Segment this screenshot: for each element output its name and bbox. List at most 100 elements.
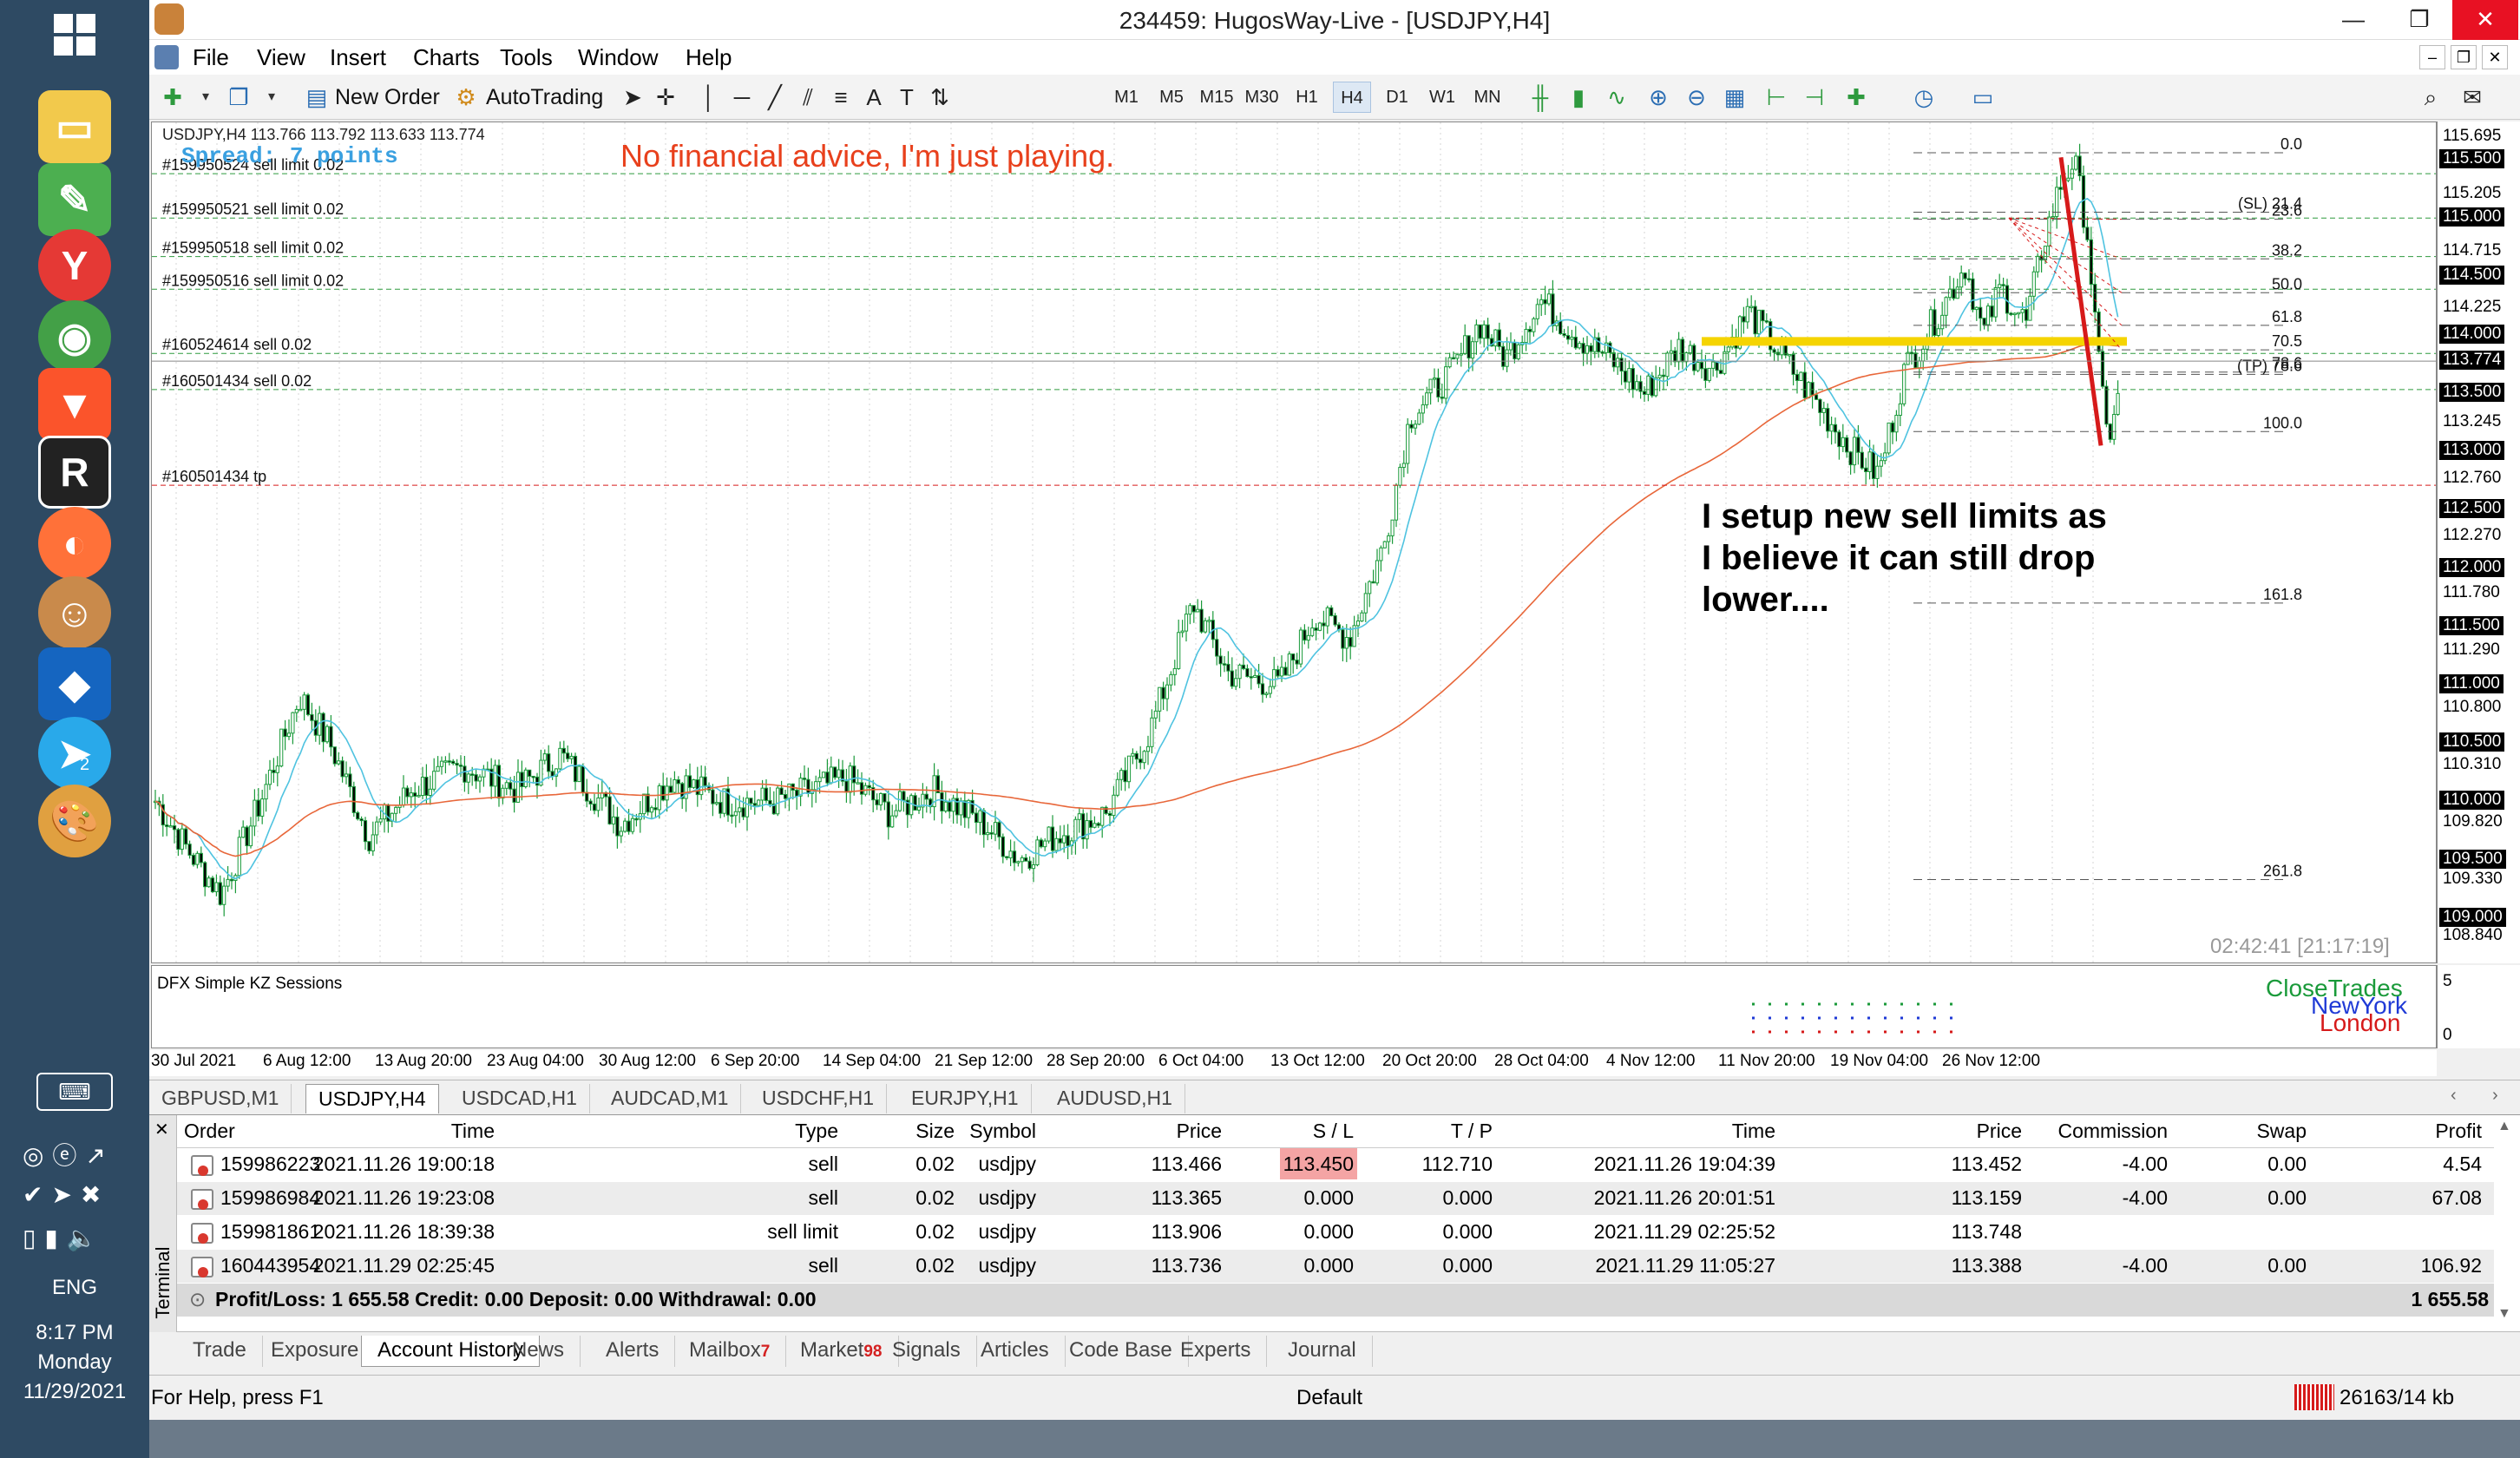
menu-help[interactable]: Help	[686, 43, 732, 71]
table-row[interactable]: 159981861 2021.11.26 18:39:38 sell limit 0.…	[177, 1216, 2494, 1249]
price-chart[interactable]: #159950524 sell limit 0.02 #159950521 sel…	[151, 122, 2437, 963]
terminal-tab[interactable]: Exposure	[255, 1336, 376, 1367]
indicators-icon[interactable]: ✚	[1841, 82, 1871, 112]
chart-shift-icon[interactable]: ⊢	[1762, 82, 1791, 112]
child-close-icon[interactable]: ✕	[2482, 45, 2508, 69]
crosshair-icon[interactable]: ✛	[651, 82, 680, 112]
bar-chart-icon[interactable]: ╫	[1526, 82, 1555, 112]
arrows-icon[interactable]: ⇅	[925, 82, 955, 112]
symtab-usdcad[interactable]: USDCAD,H1	[450, 1084, 590, 1113]
dropdown-arrow-icon[interactable]: ▾	[257, 82, 286, 112]
menu-insert[interactable]: Insert	[330, 43, 386, 71]
paint-icon[interactable]: 🎨	[38, 785, 111, 857]
close-button[interactable]: ✕	[2452, 0, 2518, 40]
vertical-line-icon[interactable]: │	[694, 82, 724, 112]
autotrading-icon[interactable]: ⚙	[451, 82, 481, 112]
terminal-tab[interactable]: Trade	[177, 1336, 263, 1367]
symtab-audcad[interactable]: AUDCAD,M1	[599, 1084, 742, 1113]
auto-scroll-icon[interactable]: ⊣	[1800, 82, 1829, 112]
file-explorer-icon[interactable]: ▭	[38, 90, 111, 163]
cursor-icon[interactable]: ➤	[618, 82, 647, 112]
menu-charts[interactable]: Charts	[413, 43, 480, 71]
menu-tools[interactable]: Tools	[500, 43, 553, 71]
line-chart-icon[interactable]: ∿	[1602, 82, 1631, 112]
terminal-tab[interactable]: Alerts	[590, 1336, 676, 1367]
trendline-icon[interactable]: ╱	[760, 82, 790, 112]
menu-view[interactable]: View	[257, 43, 305, 71]
indicator-panel[interactable]: DFX Simple KZ Sessions CloseTrades NewYo…	[151, 965, 2437, 1048]
tf-m5[interactable]: M5	[1152, 82, 1191, 113]
child-restore-icon[interactable]: ❐	[2451, 45, 2477, 69]
tile-windows-icon[interactable]: ▦	[1720, 82, 1749, 112]
fibonacci-icon[interactable]: ≡	[826, 82, 856, 112]
terminal-tab[interactable]: Experts	[1165, 1336, 1268, 1367]
tray-icons-row2[interactable]: ✔➤✖	[23, 1180, 127, 1209]
horizontal-line-icon[interactable]: ─	[727, 82, 757, 112]
new-order-icon[interactable]: ▤	[302, 82, 331, 112]
clock-time[interactable]: 8:17 PM	[0, 1321, 149, 1345]
chrome-icon[interactable]: ◉	[38, 300, 111, 373]
tf-mn[interactable]: MN	[1468, 82, 1506, 113]
restore-button[interactable]: ❐	[2386, 0, 2452, 40]
tf-w1[interactable]: W1	[1423, 82, 1461, 113]
symtab-eurjpy[interactable]: EURJPY,H1	[899, 1084, 1032, 1113]
trading-app-icon[interactable]: ◆	[38, 647, 111, 720]
terminal-tab[interactable]: Journal	[1272, 1336, 1373, 1367]
status-profile[interactable]: Default	[1296, 1386, 1362, 1410]
tf-h1[interactable]: H1	[1288, 82, 1326, 113]
templates-icon[interactable]: ▭	[1968, 82, 1998, 112]
candlestick-icon[interactable]: ▮	[1564, 82, 1593, 112]
child-minimize-icon[interactable]: –	[2419, 45, 2445, 69]
text-label-icon[interactable]: T	[892, 82, 922, 112]
table-row[interactable]: 160443954 2021.11.29 02:25:45 sell 0.02 usdj…	[177, 1250, 2494, 1283]
search-icon[interactable]: ⌕	[2416, 82, 2445, 112]
autotrading-button[interactable]: AutoTrading	[486, 82, 603, 113]
table-row[interactable]: 159986984 2021.11.26 19:23:08 sell 0.02 usdj…	[177, 1182, 2494, 1215]
language-indicator[interactable]: ENG	[0, 1276, 149, 1300]
terminal-tab[interactable]: Signals	[876, 1336, 977, 1367]
terminal-scroll-up-icon[interactable]: ▲	[2497, 1119, 2511, 1134]
periods-icon[interactable]: ◷	[1909, 82, 1939, 112]
metatrader-icon[interactable]: R	[38, 436, 111, 509]
telegram-icon[interactable]: ➤	[38, 717, 111, 790]
tf-m1[interactable]: M1	[1107, 82, 1145, 113]
symtab-audusd[interactable]: AUDUSD,H1	[1045, 1084, 1185, 1113]
tf-d1[interactable]: D1	[1378, 82, 1416, 113]
minimize-button[interactable]: —	[2320, 0, 2386, 40]
tf-m30[interactable]: M30	[1243, 82, 1281, 113]
menu-window[interactable]: Window	[578, 43, 658, 71]
tray-icons-row3[interactable]: ▯▮🔈	[23, 1224, 127, 1252]
scroll-right-icon[interactable]: ›	[2492, 1086, 2498, 1106]
new-chart-icon[interactable]: ✚	[158, 82, 187, 112]
scroll-left-icon[interactable]: ‹	[2451, 1086, 2457, 1106]
zoom-in-icon[interactable]: ⊕	[1644, 82, 1673, 112]
zoom-out-icon[interactable]: ⊖	[1682, 82, 1711, 112]
text-icon[interactable]: A	[859, 82, 889, 112]
summary-toggle-icon[interactable]: ⊙	[189, 1284, 206, 1315]
notepad-icon[interactable]: ✎	[38, 163, 111, 236]
brave-browser-icon[interactable]: ▼	[38, 368, 111, 441]
symtab-usdchf[interactable]: USDCHF,H1	[750, 1084, 888, 1113]
keyboard-icon[interactable]: ⌨	[36, 1073, 113, 1111]
terminal-tab[interactable]: News	[496, 1336, 581, 1367]
profiles-icon[interactable]: ❐	[224, 82, 253, 112]
new-order-button[interactable]: New Order	[335, 82, 440, 113]
tf-m15[interactable]: M15	[1198, 82, 1236, 113]
yandex-browser-icon[interactable]: Y	[38, 229, 111, 302]
table-row[interactable]: 159986223 2021.11.26 19:00:18 sell 0.02 usdj…	[177, 1148, 2494, 1181]
tf-h4[interactable]: H4	[1333, 82, 1371, 113]
symtab-usdjpy[interactable]: USDJPY,H4	[305, 1084, 439, 1113]
symtab-gbpusd[interactable]: GBPUSD,M1	[149, 1084, 292, 1113]
windows-start-icon[interactable]	[52, 12, 97, 57]
firefox-icon[interactable]: ◐	[38, 507, 111, 580]
dropdown-arrow-icon[interactable]: ▾	[191, 82, 220, 112]
tray-icons-row1[interactable]: ◎ⓔ↗	[23, 1137, 127, 1172]
price-scale[interactable]: 115.695 115.500 115.205 115.000 114.715 114.5…	[2437, 122, 2520, 963]
terminal-tab[interactable]: Articles	[965, 1336, 1066, 1367]
channel-icon[interactable]: ⫽	[793, 82, 823, 112]
terminal-tab[interactable]: Mailbox7	[673, 1336, 787, 1367]
mascot-app-icon[interactable]: ☺	[38, 576, 111, 649]
terminal-scroll-down-icon[interactable]: ▼	[2497, 1306, 2511, 1322]
menu-file[interactable]: File	[193, 43, 229, 71]
chat-icon[interactable]: ✉	[2458, 82, 2487, 112]
